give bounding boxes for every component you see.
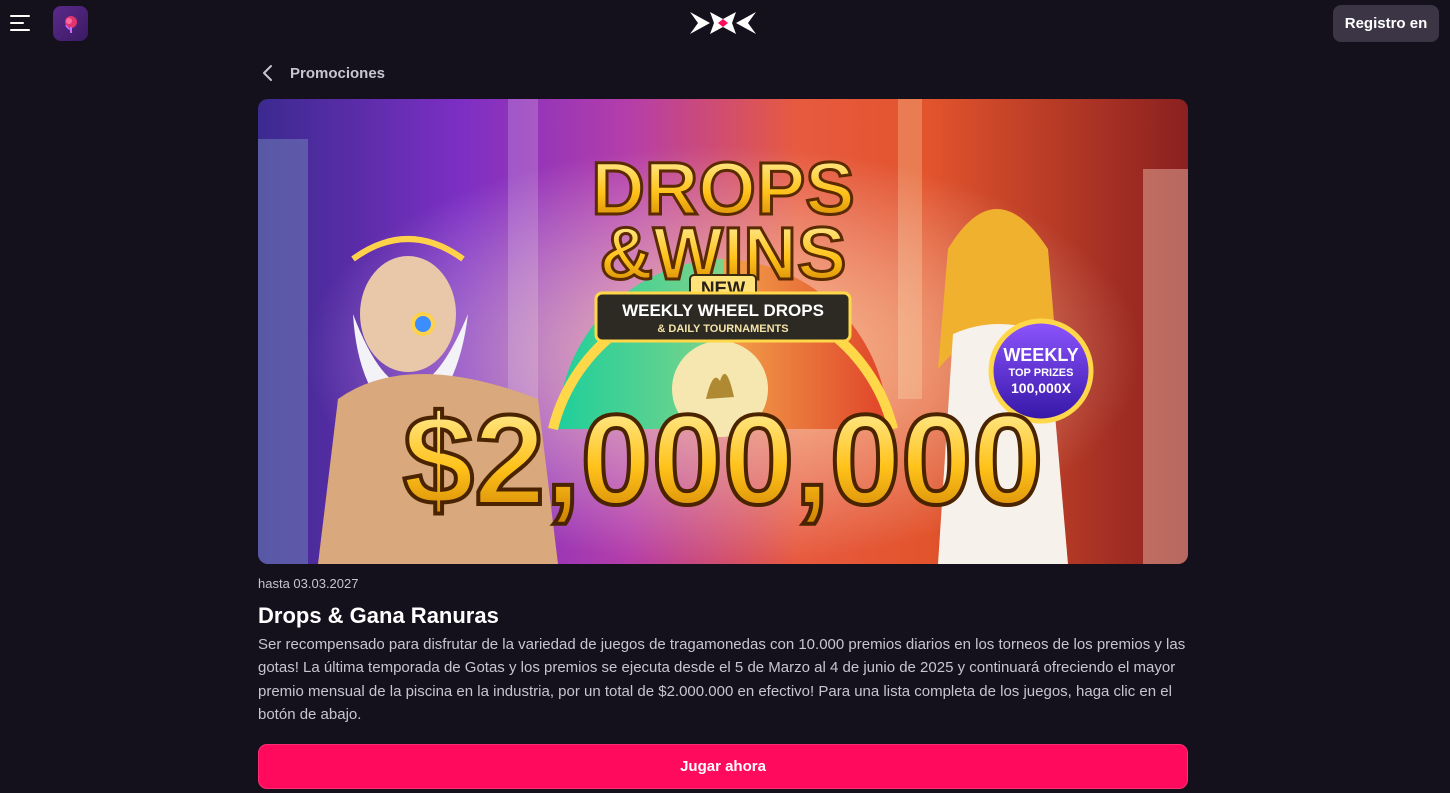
play-now-button[interactable]: Jugar ahora xyxy=(258,744,1188,789)
zeus-gem xyxy=(411,312,435,336)
banner-amount: $2,000,000 xyxy=(403,389,1044,532)
wheel-drops-line1: WEEKLY WHEEL DROPS xyxy=(622,301,824,320)
back-link[interactable]: Promociones xyxy=(258,60,385,86)
zeus-head xyxy=(360,256,456,372)
chevron-left-icon xyxy=(263,65,272,81)
top-bar: Registro en xyxy=(0,0,1450,48)
right-column xyxy=(1143,169,1188,564)
wheel-drops-line2: & DAILY TOURNAMENTS xyxy=(657,323,788,335)
hamburger-menu-icon[interactable] xyxy=(10,12,32,34)
promo-description: Ser recompensado para disfrutar de la va… xyxy=(258,636,1186,723)
promo-date: hasta 03.03.2027 xyxy=(258,576,359,591)
register-button[interactable]: Registro en xyxy=(1333,5,1439,42)
promo-banner: DROPS &WINS NEW WEEKLY WHEEL DROPS & DAI… xyxy=(258,99,1188,564)
rose-icon xyxy=(64,15,77,33)
xx-logo-icon[interactable] xyxy=(688,8,758,38)
banner-art: DROPS &WINS NEW WEEKLY WHEEL DROPS & DAI… xyxy=(258,99,1188,564)
app-icon[interactable] xyxy=(53,6,88,41)
breadcrumb-label: Promociones xyxy=(290,64,386,82)
promo-title: Drops & Gana Ranuras xyxy=(258,603,499,628)
left-column xyxy=(258,139,308,564)
seal-line2: TOP PRIZES xyxy=(1008,367,1073,379)
seal-line1: WEEKLY xyxy=(1003,345,1078,365)
